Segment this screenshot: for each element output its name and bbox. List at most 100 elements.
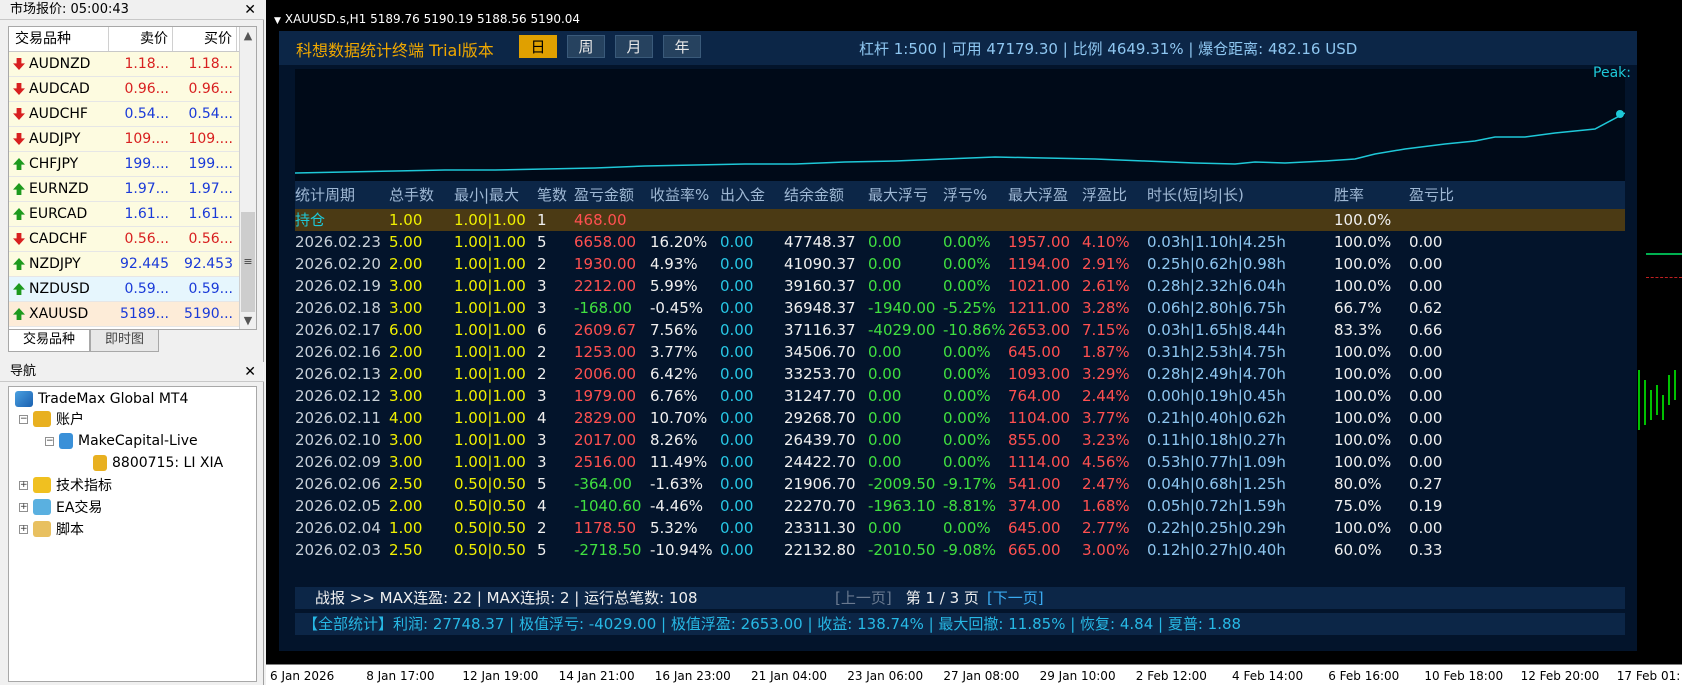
cell-count: 6 [537, 321, 547, 339]
cell-dur: 0.11h|0.18h|0.27h [1147, 431, 1286, 449]
cell-ret: 3.77% [650, 343, 698, 361]
col-winrate: 胜率 [1334, 186, 1365, 204]
cell-maxfp: 1957.00 [1008, 233, 1071, 251]
expand-icon[interactable]: + [19, 480, 28, 490]
cell-ret: 5.99% [650, 277, 698, 295]
arrow-down-icon [13, 108, 25, 120]
market-watch-row[interactable]: EURNZD 1.97... 1.97... [9, 177, 256, 202]
period-month-button[interactable]: 月 [615, 35, 653, 58]
cell-fpr: 4.10% [1082, 233, 1130, 251]
cell-maxdd: 0.00 [868, 453, 902, 471]
cell-win: 100.0% [1334, 387, 1392, 405]
dropdown-icon[interactable]: ▼ [274, 16, 281, 26]
tree-accounts[interactable]: − 账户 [19, 409, 84, 429]
market-watch-scrollbar[interactable]: ▲ ≡ ▼ [239, 27, 256, 329]
cell-count: 5 [537, 233, 547, 251]
table-row: 2026.02.11 4.00 1.00|1.00 4 2829.00 10.70% 0.0… [295, 407, 1625, 429]
market-watch-row[interactable]: AUDCAD 0.96... 0.96... [9, 77, 256, 102]
tree-root[interactable]: TradeMax Global MT4 [15, 389, 188, 409]
cell-flow: 0.00 [720, 541, 754, 559]
col-float-loss-pct: 浮亏% [943, 186, 988, 204]
tab-tick-chart[interactable]: 即时图 [90, 330, 160, 352]
cell-period: 2026.02.11 [295, 409, 381, 427]
bid-cell: 0.54... [124, 106, 169, 122]
expand-icon[interactable]: + [19, 502, 28, 512]
cell-count: 5 [537, 475, 547, 493]
tree-account-item[interactable]: 8800715: LI XIA [93, 453, 223, 473]
cell-dur: 0.00h|0.19h|0.45h [1147, 387, 1286, 405]
prev-page-link[interactable]: [上一页] [835, 589, 892, 607]
tree-server-label: MakeCapital-Live [78, 433, 198, 449]
cell-count: 2 [537, 343, 547, 361]
time-label: 10 Feb 18:00 [1424, 669, 1504, 683]
cell-flow: 0.00 [720, 519, 754, 537]
table-row: 2026.02.19 3.00 1.00|1.00 3 2212.00 5.99% 0.00… [295, 275, 1625, 297]
tab-symbols[interactable]: 交易品种 [8, 330, 91, 352]
tree-indicators-label: 技术指标 [56, 478, 112, 494]
cell-pl: 2609.67 [574, 321, 637, 339]
cell-period: 2026.02.20 [295, 255, 381, 273]
market-watch-row[interactable]: EURCAD 1.61... 1.61... [9, 202, 256, 227]
cell-pf: 0.00 [1409, 255, 1443, 273]
cell-win: 100.0% [1334, 519, 1392, 537]
next-page-link[interactable]: [下一页] [987, 589, 1044, 607]
scroll-thumb[interactable]: ≡ [241, 212, 255, 312]
cell-count: 2 [537, 519, 547, 537]
script-icon [33, 521, 51, 537]
cell-maxfp: 541.00 [1008, 475, 1061, 493]
cell-maxfp: 645.00 [1008, 343, 1061, 361]
bid-cell: 92.445 [120, 256, 169, 272]
market-watch-row[interactable]: CADCHF 0.56... 0.56... [9, 227, 256, 252]
cell-maxdd: 0.00 [868, 277, 902, 295]
tree-ea[interactable]: + EA交易 [19, 497, 102, 517]
cell-period: 2026.02.10 [295, 431, 381, 449]
cell-flow: 0.00 [720, 409, 754, 427]
stats-table-header: 统计周期 总手数 最小|最大 笔数 盈亏金额 收益率% 出入金 结余金额 最大浮… [295, 181, 1625, 209]
scroll-down-icon[interactable]: ▼ [240, 312, 256, 329]
time-label: 21 Jan 04:00 [751, 669, 827, 683]
period-day-button[interactable]: 日 [519, 35, 557, 58]
market-watch-row[interactable]: AUDCHF 0.54... 0.54... [9, 102, 256, 127]
market-watch-row[interactable]: NZDJPY 92.445 92.453 [9, 252, 256, 277]
stats-table: 统计周期 总手数 最小|最大 笔数 盈亏金额 收益率% 出入金 结余金额 最大浮… [295, 181, 1625, 561]
column-header-symbol[interactable]: 交易品种 [9, 27, 109, 51]
period-week-button[interactable]: 周 [567, 35, 605, 58]
market-watch-row[interactable]: AUDNZD 1.18... 1.18... [9, 52, 256, 77]
table-row: 2026.02.06 2.50 0.50|0.50 5 -364.00 -1.63% 0.0… [295, 473, 1625, 495]
cell-fpr: 2.91% [1082, 255, 1130, 273]
column-header-bid[interactable]: 卖价 [109, 27, 173, 51]
cell-pf: 0.33 [1409, 541, 1443, 559]
tree-indicators[interactable]: + 技术指标 [19, 475, 112, 495]
cell-count: 2 [537, 365, 547, 383]
tree-server[interactable]: − MakeCapital-Live [45, 431, 198, 451]
expand-icon[interactable]: + [19, 524, 28, 534]
cell-maxfp: 645.00 [1008, 519, 1061, 537]
stats-dashboard: 科想数据统计终端 Trial版本 日 周 月 年 杠杆 1:500 | 可用 4… [279, 31, 1637, 651]
column-header-ask[interactable]: 买价 [173, 27, 237, 51]
price-candles [1638, 370, 1676, 430]
arrow-up-icon [13, 208, 25, 220]
market-watch-row[interactable]: XAUUSD 5189... 5190... [9, 302, 256, 327]
market-watch-row[interactable]: AUDJPY 109.... 109.... [9, 127, 256, 152]
symbol-cell: NZDJPY [9, 252, 109, 276]
arrow-down-icon [13, 233, 25, 245]
cell-ddp: 0.00% [943, 343, 991, 361]
cell-flow: 0.00 [720, 453, 754, 471]
close-icon[interactable]: ✕ [244, 362, 256, 382]
cell-count: 5 [537, 541, 547, 559]
close-icon[interactable]: ✕ [244, 0, 256, 20]
col-count: 笔数 [537, 186, 568, 204]
cell-dur: 0.05h|0.72h|1.59h [1147, 497, 1286, 515]
collapse-icon[interactable]: − [19, 414, 28, 424]
arrow-up-icon [13, 308, 25, 320]
market-watch-row[interactable]: NZDUSD 0.59... 0.59... [9, 277, 256, 302]
collapse-icon[interactable]: − [45, 436, 54, 446]
period-year-button[interactable]: 年 [663, 35, 701, 58]
time-label: 17 Feb 01: [1616, 669, 1681, 683]
cell-ddp: -5.25% [943, 299, 997, 317]
market-watch-row[interactable]: CHFJPY 199.... 199.... [9, 152, 256, 177]
scroll-up-icon[interactable]: ▲ [240, 27, 256, 44]
cell-pf: 0.00 [1409, 519, 1443, 537]
tree-scripts[interactable]: + 脚本 [19, 519, 84, 539]
bid-cell: 5189... [120, 306, 169, 322]
